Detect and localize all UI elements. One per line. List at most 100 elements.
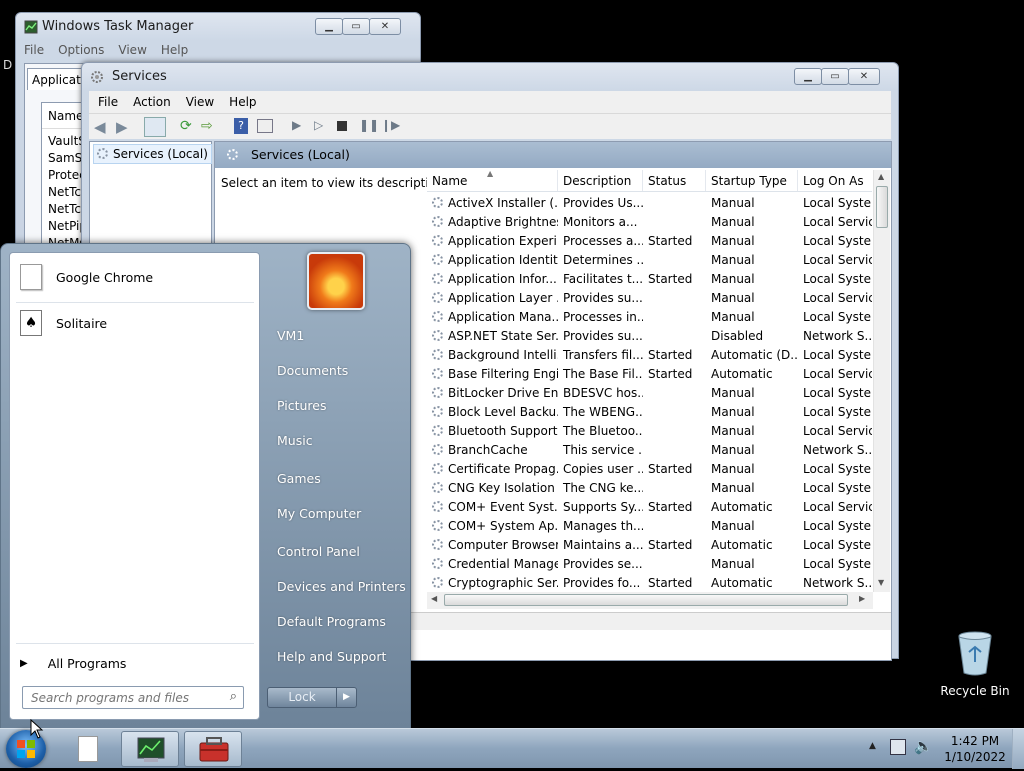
table-cell-description: The Bluetoo... xyxy=(558,424,643,438)
table-row[interactable]: Application Infor... Facilitates t... Star… xyxy=(427,269,872,288)
lock-options-button[interactable]: ▶ xyxy=(336,687,357,708)
table-row[interactable]: Application Experi... Processes a... Start… xyxy=(427,231,872,250)
table-row[interactable]: ActiveX Installer (... Provides Us... Manu… xyxy=(427,193,872,212)
properties-icon[interactable] xyxy=(257,119,273,133)
menu-view[interactable]: View xyxy=(186,95,214,109)
export-icon[interactable]: ⇨ xyxy=(201,118,213,134)
show-desktop-button[interactable] xyxy=(1012,729,1024,769)
horizontal-scrollbar[interactable]: ◀ ▶ xyxy=(427,592,873,609)
user-picture[interactable] xyxy=(307,252,365,310)
table-row[interactable]: Application Layer ... Provides su... Manua… xyxy=(427,288,872,307)
search-input[interactable] xyxy=(29,688,219,708)
menu-file[interactable]: File xyxy=(98,95,118,109)
maximize-button[interactable]: ▭ xyxy=(342,18,370,35)
maximize-button[interactable]: ▭ xyxy=(821,68,849,85)
column-log-on-as[interactable]: Log On As xyxy=(798,170,872,191)
table-row[interactable]: Background Intelli... Transfers fil... Sta… xyxy=(427,345,872,364)
table-row[interactable]: Base Filtering Engi... The Base Fil... Sta… xyxy=(427,364,872,383)
scroll-thumb[interactable] xyxy=(876,186,888,228)
table-row[interactable]: Credential Manager Provides se... Manual Lo… xyxy=(427,554,872,573)
table-row[interactable]: Application Identity Determines ... Manual… xyxy=(427,250,872,269)
scroll-down-icon[interactable]: ▼ xyxy=(878,578,884,587)
pause-service-icon[interactable]: ❚❚ xyxy=(359,118,379,132)
table-row[interactable]: Application Mana... Processes in... Manual… xyxy=(427,307,872,326)
services-titlebar[interactable]: Services ▁ ▭ ✕ xyxy=(82,63,898,91)
menu-help[interactable]: Help xyxy=(161,43,188,57)
table-row[interactable]: COM+ Event Syst... Supports Sy... Started A… xyxy=(427,497,872,516)
table-row[interactable]: CNG Key Isolation The CNG ke... Manual Loca… xyxy=(427,478,872,497)
taskbar-services-button[interactable] xyxy=(184,731,242,767)
column-status[interactable]: Status xyxy=(643,170,706,191)
cell-text: Processes in... xyxy=(563,309,643,324)
cell-text: Application Identity xyxy=(448,252,558,267)
table-row[interactable]: ASP.NET State Ser... Provides su... Disabl… xyxy=(427,326,872,345)
recycle-bin[interactable]: Recycle Bin xyxy=(940,630,1010,700)
table-cell-logon: Local Syste... xyxy=(798,519,872,533)
volume-icon[interactable]: 🔈 xyxy=(914,737,933,755)
table-row[interactable]: Adaptive Brightness Monitors a... Manual Lo… xyxy=(427,212,872,231)
table-row[interactable]: Cryptographic Ser... Provides fo... Starte… xyxy=(427,573,872,592)
cell-text: Manual xyxy=(711,271,755,286)
table-cell-description: Maintains a... xyxy=(558,538,643,552)
start-control-panel[interactable]: Control Panel xyxy=(277,544,360,559)
column-name[interactable]: Name ▲ xyxy=(427,170,558,191)
refresh-icon[interactable]: ⟳ xyxy=(180,118,192,134)
scroll-right-icon[interactable]: ▶ xyxy=(859,594,865,603)
close-button[interactable]: ✕ xyxy=(369,18,401,35)
menu-file[interactable]: File xyxy=(24,43,44,57)
table-row[interactable]: Block Level Backu... The WBENG... Manual Lo… xyxy=(427,402,872,421)
all-programs-button[interactable]: ▶ All Programs xyxy=(14,651,254,675)
start-user-name[interactable]: VM1 xyxy=(277,328,304,343)
lock-button[interactable]: Lock xyxy=(267,687,337,708)
menu-action[interactable]: Action xyxy=(133,95,171,109)
forward-icon[interactable]: ▶ xyxy=(116,118,128,136)
table-row[interactable]: BitLocker Drive En... BDESVC hos... Manual… xyxy=(427,383,872,402)
table-cell-name: ASP.NET State Ser... xyxy=(427,329,558,343)
table-row[interactable]: Certificate Propag... Copies user ... Star… xyxy=(427,459,872,478)
start-my-computer[interactable]: My Computer xyxy=(277,506,361,521)
table-cell-description: Manages th... xyxy=(558,519,643,533)
menu-help[interactable]: Help xyxy=(229,95,256,109)
start-help-support[interactable]: Help and Support xyxy=(277,649,386,664)
console-tree-icon[interactable] xyxy=(144,117,166,137)
cell-text: Local Service xyxy=(803,290,872,305)
menu-view[interactable]: View xyxy=(118,43,146,57)
pinned-item-solitaire[interactable]: ♠ Solitaire xyxy=(14,305,254,341)
help-icon[interactable]: ? xyxy=(234,118,248,134)
tab-applications[interactable]: Application xyxy=(27,68,87,90)
table-row[interactable]: BranchCache This service ... Manual Network… xyxy=(427,440,872,459)
restart-service-icon[interactable]: ❙▶ xyxy=(381,118,400,132)
scroll-up-icon[interactable]: ▲ xyxy=(878,172,884,181)
tree-item-services-local[interactable]: Services (Local) xyxy=(93,144,212,164)
start-documents[interactable]: Documents xyxy=(277,363,348,378)
column-startup-type[interactable]: Startup Type xyxy=(706,170,798,191)
start-music[interactable]: Music xyxy=(277,433,313,448)
start-devices-printers[interactable]: Devices and Printers xyxy=(277,579,406,594)
table-row[interactable]: Computer Browser Maintains a... Started Aut… xyxy=(427,535,872,554)
minimize-button[interactable]: ▁ xyxy=(794,68,822,85)
stop-service-icon[interactable] xyxy=(337,121,347,131)
task-manager-titlebar[interactable]: Windows Task Manager ▁ ▭ ✕ xyxy=(16,13,420,41)
start-games[interactable]: Games xyxy=(277,471,321,486)
scroll-left-icon[interactable]: ◀ xyxy=(431,594,437,603)
start-service-icon[interactable]: ▶ xyxy=(292,118,301,132)
search-box[interactable]: ⌕ xyxy=(22,686,244,709)
close-button[interactable]: ✕ xyxy=(848,68,880,85)
vertical-scrollbar[interactable]: ▲ ▼ xyxy=(873,170,890,592)
taskbar-document-button[interactable] xyxy=(66,731,110,767)
clock[interactable]: 1:42 PM 1/10/2022 xyxy=(940,733,1010,765)
table-row[interactable]: Bluetooth Support... The Bluetoo... Manual… xyxy=(427,421,872,440)
pinned-item-google-chrome[interactable]: Google Chrome xyxy=(14,259,254,295)
show-hidden-icons-icon[interactable]: ▲ xyxy=(869,741,876,751)
back-icon[interactable]: ◀ xyxy=(94,118,106,136)
table-row[interactable]: COM+ System Ap... Manages th... Manual Loca… xyxy=(427,516,872,535)
minimize-button[interactable]: ▁ xyxy=(315,18,343,35)
taskbar-task-manager-button[interactable] xyxy=(121,731,179,767)
start-service-alt-icon[interactable]: ▷ xyxy=(314,118,323,132)
menu-options[interactable]: Options xyxy=(58,43,104,57)
network-icon[interactable] xyxy=(890,739,906,755)
column-description[interactable]: Description xyxy=(558,170,643,191)
start-default-programs[interactable]: Default Programs xyxy=(277,614,386,629)
start-pictures[interactable]: Pictures xyxy=(277,398,327,413)
h-scroll-thumb[interactable] xyxy=(444,594,848,606)
